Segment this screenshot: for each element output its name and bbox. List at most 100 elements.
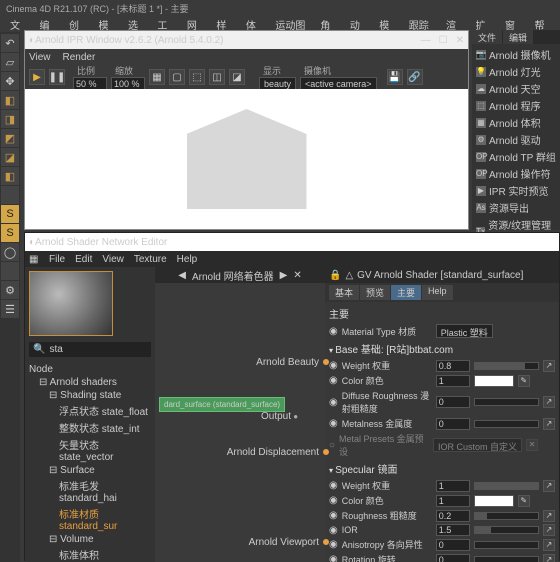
link-icon[interactable]: ↗ (543, 360, 555, 372)
tree-item[interactable]: ⊟ Surface (29, 464, 151, 477)
grid-icon[interactable]: ▦ (29, 254, 39, 264)
weight-slider[interactable] (474, 362, 539, 370)
keyframe-icon[interactable]: ◉ (329, 539, 338, 550)
list-item[interactable]: ☁Arnold 天空 (474, 80, 558, 97)
tree-item[interactable]: ⊟ Volume (29, 533, 151, 546)
list-item[interactable]: As资源导出 (474, 199, 558, 216)
right-tab-file[interactable]: 文件 (472, 30, 502, 44)
search-field[interactable]: 🔍 sta (29, 342, 151, 358)
close-icon[interactable]: ✕ (293, 270, 301, 281)
sweight-input[interactable]: 1 (436, 480, 470, 492)
minimize-icon[interactable]: — (421, 35, 431, 46)
ipr-render-menu[interactable]: Render (63, 52, 96, 63)
shader-node[interactable]: dard_surface (standard_surface) (159, 397, 285, 412)
color-swatch[interactable] (474, 375, 514, 387)
primitive3-icon[interactable]: ◪ (1, 148, 19, 166)
metal-slider[interactable] (474, 420, 539, 428)
tree-item[interactable]: ⊟ Shading state (29, 389, 151, 402)
scolor-value[interactable]: 1 (436, 495, 470, 507)
srough-input[interactable]: 0.2 (436, 510, 470, 522)
tab-basic[interactable]: 基本 (329, 285, 359, 300)
material-s-icon[interactable]: S (1, 205, 19, 223)
link-icon[interactable]: ↗ (543, 480, 555, 492)
primitive2-icon[interactable]: ◩ (1, 129, 19, 147)
tree-item[interactable]: 整数状态 state_int (29, 419, 151, 436)
specular-section[interactable]: Specular 镜面 (329, 459, 555, 478)
list-item[interactable]: ⚙Arnold 驱动 (474, 131, 558, 148)
tab-help[interactable]: Help (422, 285, 453, 300)
ipr-view-menu[interactable]: View (29, 52, 51, 63)
keyframe-icon[interactable]: ◉ (329, 525, 338, 536)
link-icon[interactable]: ↗ (543, 524, 555, 536)
viewport-port[interactable]: Arnold Viewport (249, 537, 319, 548)
diffrough-slider[interactable] (474, 398, 539, 406)
tree-item[interactable]: ⊟ Arnold shaders (29, 376, 151, 389)
keyframe-icon[interactable]: ◉ (329, 480, 338, 491)
list-item[interactable]: ⬚Arnold 程序 (474, 97, 558, 114)
mattype-dropdown[interactable]: Plastic 塑料 (436, 324, 493, 338)
pause-icon[interactable]: ❚❚ (49, 69, 65, 85)
radio-icon[interactable]: ◉ (329, 326, 338, 337)
layers-icon[interactable]: ☰ (1, 300, 19, 318)
link-icon[interactable]: 🔗 (407, 69, 423, 85)
list-item[interactable]: 📷Arnold 摄像机 (474, 46, 558, 63)
primitive-icon[interactable]: ◨ (1, 110, 19, 128)
tree-item[interactable]: 浮点状态 state_float (29, 402, 151, 419)
snapshot-icon[interactable]: ⬚ (189, 69, 205, 85)
close-icon[interactable]: ✕ (456, 35, 464, 46)
texture-menu[interactable]: Texture (134, 254, 167, 265)
metal-input[interactable]: 0 (436, 418, 470, 430)
tab-main[interactable]: 主要 (391, 285, 421, 300)
tree-item[interactable]: 标准毛发 standard_hai (29, 477, 151, 505)
tool-icon[interactable]: ◫ (209, 69, 225, 85)
list-item[interactable]: OPArnold 操作符 (474, 165, 558, 182)
link-icon[interactable]: ↗ (543, 418, 555, 430)
ipr-viewport[interactable] (25, 89, 468, 229)
srough-slider[interactable] (474, 512, 539, 520)
keyframe-icon[interactable]: ◉ (329, 375, 338, 386)
file-menu[interactable]: File (49, 254, 65, 265)
output-port[interactable]: Output ● (261, 411, 298, 422)
aniso-input[interactable]: 0 (436, 539, 470, 551)
displacement-port[interactable]: Arnold Displacement (227, 447, 319, 458)
keyframe-icon[interactable]: ◉ (329, 397, 338, 408)
weight-input[interactable]: 0.8 (436, 360, 470, 372)
gear-icon[interactable]: ⚙ (1, 281, 19, 299)
aniso-slider[interactable] (474, 541, 539, 549)
sweight-slider[interactable] (474, 482, 539, 490)
link-icon[interactable]: ↗ (543, 539, 555, 551)
tool2-icon[interactable]: ◪ (229, 69, 245, 85)
node-graph[interactable]: ◀ Arnold 网络着色器 ▶ ✕ Arnold Beauty dard_su… (155, 267, 325, 562)
prev-icon[interactable]: ◀ (178, 270, 186, 281)
select-icon[interactable]: ▱ (1, 53, 19, 71)
right-tab-edit[interactable]: 编辑 (503, 30, 533, 44)
base-section[interactable]: Base 基础: [R站]btbat.com (329, 339, 555, 358)
lock-icon[interactable]: 🔒 (329, 270, 341, 281)
edit-menu[interactable]: Edit (75, 254, 92, 265)
link-icon[interactable]: ↗ (543, 510, 555, 522)
tree-item[interactable]: 标准体积 standard_vol (29, 546, 151, 562)
circle-icon[interactable]: ◯ (1, 243, 19, 261)
play-icon[interactable]: ▶ (29, 69, 45, 85)
color-value[interactable]: 1 (436, 375, 470, 387)
keyframe-icon[interactable]: ◉ (329, 418, 338, 429)
undo-icon[interactable]: ↶ (1, 34, 19, 52)
list-item[interactable]: ▦Arnold 体积 (474, 114, 558, 131)
list-item[interactable]: ▶IPR 实时预览 (474, 182, 558, 199)
maximize-icon[interactable]: ☐ (439, 35, 448, 46)
primitive4-icon[interactable]: ◧ (1, 167, 19, 185)
close-icon[interactable]: ✕ (526, 439, 538, 451)
ior-slider[interactable] (474, 526, 539, 534)
help-menu[interactable]: Help (177, 254, 198, 265)
material-s2-icon[interactable]: S (1, 224, 19, 242)
save-icon[interactable]: 💾 (387, 69, 403, 85)
beauty-port[interactable]: Arnold Beauty (256, 357, 319, 368)
link-icon[interactable]: ↗ (543, 396, 555, 408)
tree-item-selected[interactable]: 标准材质 standard_sur (29, 505, 151, 533)
ior-input[interactable]: 1.5 (436, 524, 470, 536)
keyframe-icon[interactable]: ◉ (329, 510, 338, 521)
list-item[interactable]: OPArnold TP 群组 (474, 148, 558, 165)
view-menu[interactable]: View (102, 254, 124, 265)
keyframe-icon[interactable]: ◉ (329, 360, 338, 371)
keyframe-icon[interactable]: ◉ (329, 495, 338, 506)
